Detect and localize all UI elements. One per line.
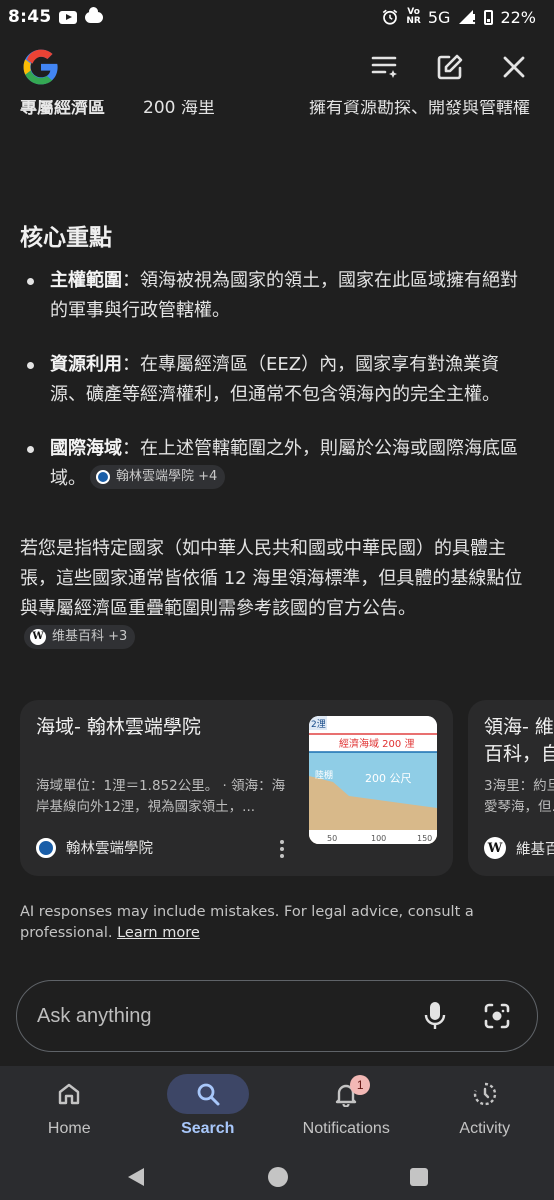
nav-search-pill	[166, 1074, 249, 1114]
source-card[interactable]: 海域- 翰林雲端學院 海域單位：1浬＝1.852公里。 · 領海：海岸基線向外1…	[20, 700, 453, 876]
microphone-icon	[424, 1002, 446, 1029]
nav-activity-pill	[444, 1074, 526, 1114]
google-logo-icon	[23, 49, 58, 85]
card-source-name: 維基百科	[516, 841, 554, 858]
app-header	[0, 34, 554, 100]
wikipedia-icon: W	[30, 629, 46, 645]
history-list-button[interactable]	[368, 49, 404, 85]
edit-icon	[437, 54, 463, 80]
back-icon[interactable]	[125, 1166, 147, 1188]
history-list-icon	[371, 56, 397, 78]
status-time: 8:45	[8, 7, 52, 27]
disclaimer-text: AI responses may include mistakes. For l…	[20, 904, 474, 941]
thumb-tick: 100	[371, 834, 386, 843]
citation-chip[interactable]: W 维基百科 +3	[24, 625, 136, 649]
nav-label: Notifications	[302, 1120, 390, 1137]
key-points-list: 主權範圍：領海被視為國家的領土，國家在此區域擁有絕對的軍事與行政管轄權。 資源利…	[20, 266, 530, 518]
section-heading: 核心重點	[20, 225, 112, 251]
volte-icon: Vo NR	[406, 8, 420, 26]
search-icon	[197, 1083, 220, 1106]
nav-notifications-pill: 1	[305, 1074, 387, 1114]
list-item: 國際海域：在上述管轄範圍之外，則屬於公海或國際海底區域。 翰林雲端學院 +4	[20, 434, 530, 494]
card-source: W 維基百科	[484, 837, 554, 859]
nav-notifications[interactable]: 1 Notifications	[277, 1066, 416, 1154]
network-type: 5G	[427, 7, 451, 27]
card-thumbnail: 2浬 經濟海域 200 浬 200 公尺 陸棚 50 100 150	[309, 716, 437, 844]
home-icon	[59, 1083, 80, 1105]
nav-label: Search	[181, 1120, 235, 1137]
bullet-term: 資源利用	[50, 354, 122, 375]
ai-disclaimer: AI responses may include mistakes. For l…	[20, 902, 490, 944]
thumb-mid-label: 200 公尺	[365, 772, 412, 785]
youtube-notification-icon	[59, 10, 78, 24]
thumb-side-label: 陸棚	[315, 769, 333, 781]
notification-badge: 1	[350, 1075, 371, 1095]
bullet-term: 主權範圍	[50, 270, 122, 291]
battery-icon	[484, 9, 494, 25]
hanlin-logo-icon	[96, 470, 110, 484]
hanlin-logo-icon	[36, 837, 56, 858]
citation-chip-label: 翰林雲端學院 +4	[116, 469, 218, 484]
wikipedia-icon: W	[484, 837, 506, 859]
volte-bottom: NR	[406, 16, 421, 26]
card-snippet: 海域單位：1浬＝1.852公里。 · 領海：海岸基線向外12浬，視為國家領土，.…	[36, 778, 286, 815]
source-cards-carousel[interactable]: 海域- 翰林雲端學院 海域單位：1浬＝1.852公里。 · 領海：海岸基線向外1…	[20, 700, 554, 876]
ask-bar	[16, 980, 538, 1052]
camera-lens-icon	[484, 1003, 510, 1029]
edit-button[interactable]	[432, 49, 468, 85]
recents-icon[interactable]	[409, 1167, 429, 1187]
card-title: 領海- 維基百科，自由的百科全書	[484, 716, 554, 765]
alarm-icon	[383, 9, 398, 25]
nav-label: Home	[47, 1120, 91, 1137]
sea-zone-diagram: 2浬 經濟海域 200 浬 200 公尺 陸棚 50 100 150	[309, 716, 437, 844]
ask-input[interactable]	[37, 1004, 393, 1028]
list-item: 資源利用：在專屬經濟區（EEZ）內，國家享有對漁業資源、礦產等經濟權利，但通常不…	[20, 350, 530, 410]
bullet-term: 國際海域	[50, 438, 122, 459]
card-source-name: 翰林雲端學院	[66, 841, 153, 857]
card-source: 翰林雲端學院	[36, 837, 153, 858]
summary-paragraph: 若您是指特定國家（如中華人民共和國或中華民國）的具體主張，這些國家通常皆依循 1…	[20, 534, 536, 654]
activity-icon	[473, 1082, 496, 1106]
lens-button[interactable]	[477, 996, 517, 1036]
paragraph-text: 若您是指特定國家（如中華人民共和國或中華民國）的具體主張，這些國家通常皆依循 1…	[20, 538, 523, 619]
cloud-icon	[85, 6, 104, 23]
source-card[interactable]: 領海- 維基百科，自由的百科全書 3海里：約旦 … 愛琴海，但… W 維基百科	[468, 700, 554, 876]
nav-search[interactable]: Search	[139, 1066, 278, 1154]
nav-home[interactable]: Home	[0, 1066, 139, 1154]
citation-chip-label: 维基百科 +3	[52, 629, 128, 644]
card-snippet: 3海里：約旦 … 愛琴海，但…	[484, 778, 554, 815]
system-navigation	[0, 1154, 554, 1200]
home-circle-icon[interactable]	[267, 1166, 289, 1188]
close-button[interactable]	[496, 49, 532, 85]
citation-chip[interactable]: 翰林雲端學院 +4	[90, 465, 226, 489]
battery-percent: 22%	[500, 7, 536, 27]
signal-icon	[459, 10, 476, 25]
close-icon	[503, 56, 525, 78]
nav-label: Activity	[459, 1120, 511, 1137]
nav-activity[interactable]: Activity	[416, 1066, 554, 1154]
voice-search-button[interactable]	[415, 996, 455, 1036]
status-bar: 8:45 Vo NR 5G 22%	[0, 0, 554, 34]
learn-more-link[interactable]: Learn more	[117, 925, 200, 941]
more-options-icon[interactable]	[278, 840, 286, 858]
thumb-top-label: 經濟海域 200 浬	[339, 737, 414, 750]
thumb-tick: 150	[417, 834, 432, 843]
thumb-tick: 50	[327, 834, 337, 843]
list-item: 主權範圍：領海被視為國家的領土，國家在此區域擁有絕對的軍事與行政管轄權。	[20, 266, 530, 326]
nav-home-pill	[28, 1074, 110, 1114]
bottom-navigation: Home Search 1 Notifications Activity	[0, 1066, 554, 1200]
thumb-corner-label: 2浬	[311, 718, 326, 730]
card-title: 海域- 翰林雲端學院	[36, 716, 201, 738]
